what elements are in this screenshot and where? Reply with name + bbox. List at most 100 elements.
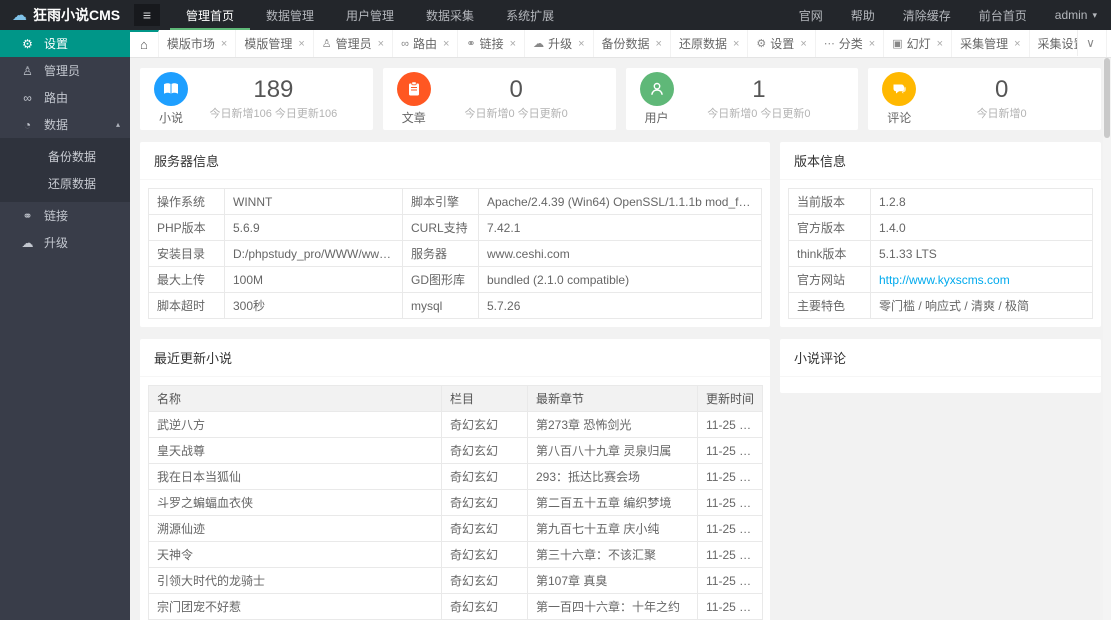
tab[interactable]: ⚭ 链接 × — [458, 30, 526, 57]
nav-link-official-site[interactable]: 官网 — [785, 0, 837, 30]
nav-item-data-collect[interactable]: 数据采集 — [410, 0, 490, 30]
tab[interactable]: 插件管理 × — [1107, 30, 1111, 57]
novel-category: 奇幻玄幻 — [441, 541, 528, 568]
ellipsis-icon: ⋯ — [823, 38, 835, 50]
sidebar-item-link[interactable]: ⚭ 链接 — [0, 202, 130, 229]
route-icon: ∞ — [23, 90, 32, 105]
novel-update-time: 11-25 21:51 — [697, 567, 763, 594]
server-info-label: 脚本引擎 — [402, 188, 479, 215]
sidebar-subitem-restore-data[interactable]: 还原数据 — [0, 170, 130, 197]
version-info-panel: 版本信息 当前版本 1.2.8 官方版本 1.4.0 think版本 5.1.3… — [780, 142, 1101, 327]
tab[interactable]: ⋯ 分类 × — [816, 30, 885, 57]
server-info-label: 服务器 — [402, 240, 479, 267]
nav-link-help[interactable]: 帮助 — [837, 0, 889, 30]
close-icon[interactable]: × — [510, 38, 516, 50]
server-info-value: WINNT — [224, 188, 403, 215]
server-info-label: mysql — [402, 292, 479, 319]
sidebar-item-label: 设置 — [44, 37, 69, 51]
table-row: 宗门团宠不好惹 奇幻玄幻 第一百四十六章：十年之约 11-25 21:51 — [148, 593, 763, 620]
tab[interactable]: ♙ 管理员 × — [314, 30, 394, 57]
chat-bubbles-icon — [882, 72, 917, 106]
sidebar-item-upgrade[interactable]: ☁ 升级 — [0, 229, 130, 256]
table-row: 皇天战尊 奇幻玄幻 第八百八十九章 灵泉归属 11-25 21:51 — [148, 437, 763, 464]
table-row: 官方版本 1.4.0 — [788, 214, 1093, 241]
table-row: 脚本超时 300秒 mysql 5.7.26 — [148, 292, 762, 319]
scrollbar[interactable] — [1103, 58, 1111, 620]
table-row: 操作系统 WINNT 脚本引擎 Apache/2.4.39 (Win64) Op… — [148, 188, 762, 215]
close-icon[interactable]: × — [1014, 38, 1020, 50]
close-icon[interactable]: × — [378, 38, 384, 50]
novel-update-time: 11-25 21:51 — [697, 593, 763, 620]
close-icon[interactable]: × — [578, 38, 584, 50]
official-website-link[interactable]: http://www.kyxscms.com — [879, 273, 1010, 287]
sidebar-item-admin[interactable]: ♙ 管理员 — [0, 57, 130, 84]
nav-item-user-manage[interactable]: 用户管理 — [330, 0, 410, 30]
tab[interactable]: ▣ 幻灯 × — [884, 30, 953, 57]
tab-overflow-button[interactable]: ∨ — [1077, 30, 1103, 56]
novel-category: 奇幻玄幻 — [441, 437, 528, 464]
stat-card-articles: 文章 0 今日新增0 今日更新0 — [382, 68, 616, 130]
caret-down-icon: ▾ — [1092, 9, 1097, 20]
server-info-label: GD图形库 — [402, 266, 479, 293]
user-dropdown[interactable]: admin ▾ — [1041, 0, 1111, 30]
sidebar-item-data[interactable]: ◔ 数据 ▴ — [0, 111, 130, 138]
tab[interactable]: 采集管理 × — [952, 30, 1030, 57]
tab[interactable]: 还原数据 × — [671, 30, 749, 57]
sidebar-item-label: 数据 — [44, 118, 69, 132]
server-info-value: 7.42.1 — [478, 214, 762, 241]
sidebar-item-label: 路由 — [44, 91, 69, 105]
tab[interactable]: 模版市场 × — [159, 30, 237, 57]
server-info-value: 5.6.9 — [224, 214, 403, 241]
sidebar-subitem-backup-data[interactable]: 备份数据 — [0, 143, 130, 170]
close-icon[interactable]: × — [221, 38, 227, 50]
novel-category: 奇幻玄幻 — [441, 489, 528, 516]
tab-home[interactable]: ⌂ — [130, 30, 159, 57]
nav-link-clear-cache[interactable]: 清除缓存 — [889, 0, 965, 30]
link-icon: ⚭ — [22, 208, 33, 223]
version-value: 1.4.0 — [870, 214, 1093, 241]
recent-novels-panel: 最近更新小说 名称 栏目 最新章节 更新时间 武逆八方 奇幻玄幻 第273章 恐… — [140, 339, 770, 620]
stat-label: 小说 — [158, 111, 183, 125]
tab-label: 路由 — [412, 37, 437, 51]
close-icon[interactable]: × — [443, 38, 449, 50]
nav-item-data-manage[interactable]: 数据管理 — [250, 0, 330, 30]
sidebar-item-settings[interactable]: ⚙ 设置 — [0, 30, 130, 57]
novel-latest-chapter: 第二百五十五章 编织梦境 — [527, 489, 698, 516]
stat-card-users: 用户 1 今日新增0 今日更新0 — [625, 68, 859, 130]
scrollbar-thumb[interactable] — [1104, 58, 1110, 138]
table-row: 溯源仙迹 奇幻玄幻 第九百七十五章 庆小纯 11-25 21:51 — [148, 515, 763, 542]
close-icon[interactable]: × — [800, 38, 806, 50]
hamburger-menu-button[interactable]: ≡ — [134, 4, 160, 26]
tab[interactable]: ☁ 升级 × — [525, 30, 594, 57]
hamburger-icon: ≡ — [142, 7, 152, 23]
sidebar-submenu-data: 备份数据 还原数据 — [0, 138, 130, 202]
novel-category: 奇幻玄幻 — [441, 515, 528, 542]
novel-name: 武逆八方 — [148, 411, 442, 438]
server-info-value: 300秒 — [224, 292, 403, 319]
server-info-value: D:/phpstudy_pro/WWW/www.ceshi.com — [224, 240, 403, 267]
tab[interactable]: 备份数据 × — [594, 30, 671, 57]
logo: ☁ 狂雨小说CMS — [0, 0, 130, 30]
nav-link-frontend-home[interactable]: 前台首页 — [965, 0, 1041, 30]
panel-title: 最近更新小说 — [140, 339, 770, 377]
close-icon[interactable]: × — [937, 38, 943, 50]
link-icon: ⚭ — [466, 38, 476, 50]
tab[interactable]: ⚙ 设置 × — [748, 30, 816, 57]
stat-subtext: 今日新增106 今日更新106 — [209, 108, 338, 120]
sidebar-item-route[interactable]: ∞ 路由 — [0, 84, 130, 111]
close-icon[interactable]: × — [869, 38, 875, 50]
logo-text: 狂雨小说CMS — [33, 7, 121, 23]
nav-item-system-extend[interactable]: 系统扩展 — [490, 0, 570, 30]
tab[interactable]: ∞ 路由 × — [393, 30, 459, 57]
close-icon[interactable]: × — [733, 38, 739, 50]
close-icon[interactable]: × — [656, 38, 662, 50]
table-row: 引领大时代的龙骑士 奇幻玄幻 第107章 真臭 11-25 21:51 — [148, 567, 763, 594]
tab[interactable]: 模版管理 × — [236, 30, 314, 57]
tab-bar: ⌂ 模版市场 × 模版管理 × ♙ 管理员 × ∞ 路由 × ⚭ 链接 × ☁ … — [130, 30, 1111, 58]
stat-value: 0 — [994, 76, 1009, 103]
close-icon[interactable]: × — [298, 38, 304, 50]
image-icon: ▣ — [892, 38, 903, 50]
server-info-label: 安装目录 — [148, 240, 225, 267]
novel-update-time: 11-25 21:51 — [697, 411, 763, 438]
nav-item-admin-home[interactable]: 管理首页 — [170, 0, 250, 30]
